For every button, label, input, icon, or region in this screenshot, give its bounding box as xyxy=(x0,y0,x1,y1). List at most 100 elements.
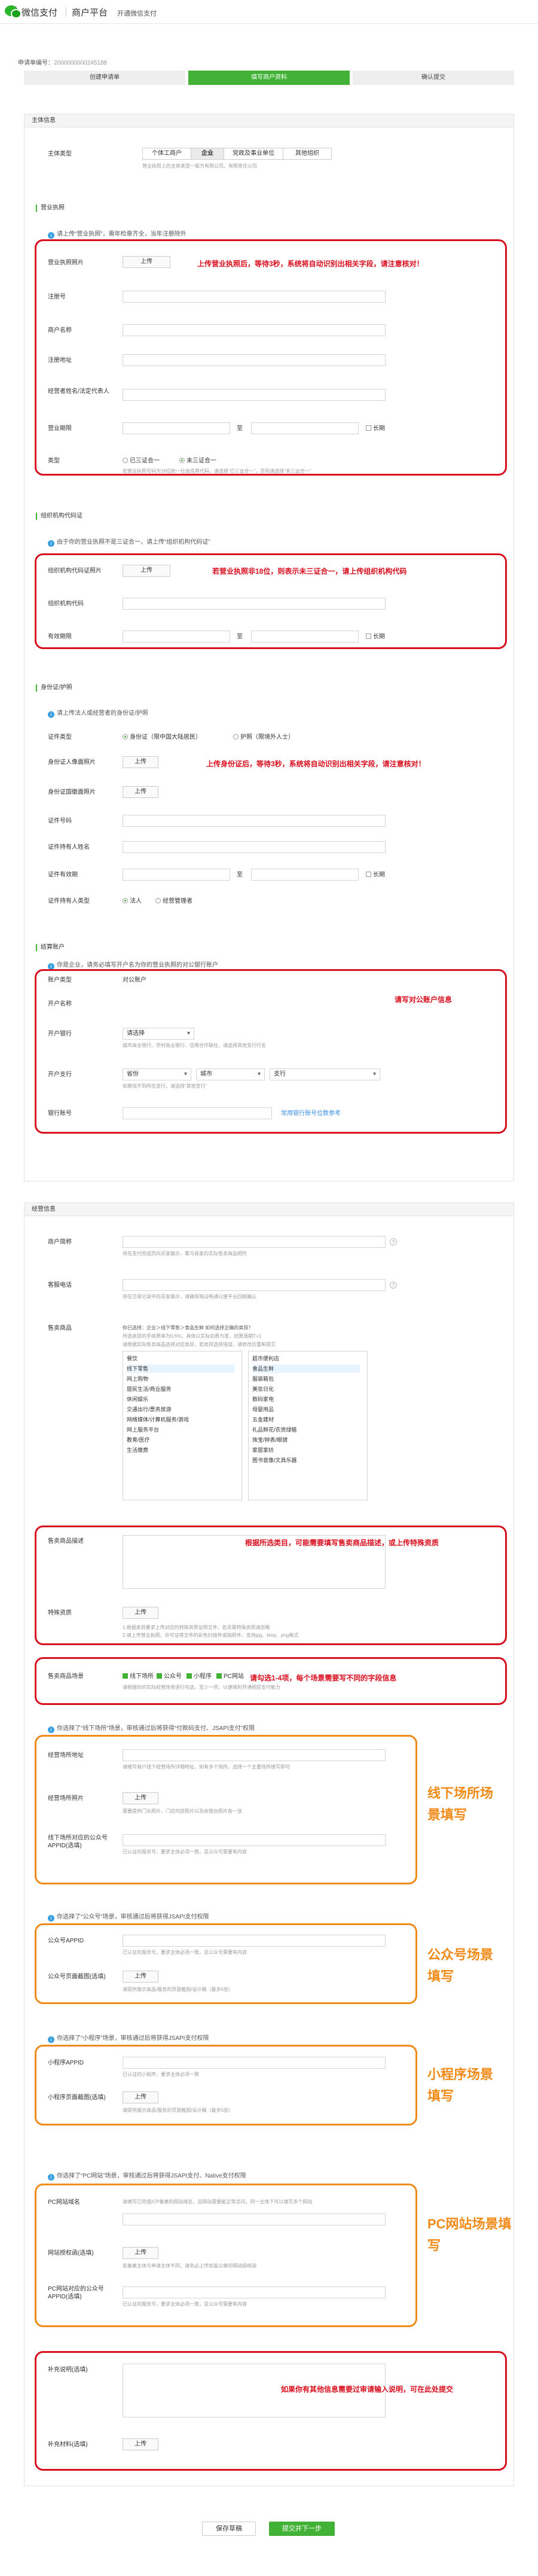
validity-label: 营业期限 xyxy=(48,425,72,432)
holder-type-manager[interactable]: 经营管理者 xyxy=(155,897,192,905)
kind-option-merged[interactable]: 已三证合一 xyxy=(123,457,160,465)
id-holder-input[interactable] xyxy=(123,841,386,853)
radio-icon xyxy=(155,898,161,903)
category-option[interactable]: 教育/医疗 xyxy=(127,1436,234,1444)
offline-appid-input[interactable] xyxy=(123,1834,386,1846)
merchant-name-input[interactable] xyxy=(123,324,386,336)
category-option[interactable]: 图书音像/文具乐器 xyxy=(252,1456,360,1464)
category-option[interactable]: 美妆日化 xyxy=(252,1385,360,1393)
id-number-label: 证件号码 xyxy=(48,818,72,824)
city-select[interactable]: 城市 xyxy=(196,1068,265,1080)
longterm-checkbox[interactable]: 长期 xyxy=(366,425,385,433)
category-option[interactable]: 网上服务平台 xyxy=(127,1426,234,1434)
mp-appid-input[interactable] xyxy=(123,1935,386,1947)
org-validity-start[interactable] xyxy=(123,631,230,643)
category-option[interactable]: 家居家纺 xyxy=(252,1446,360,1454)
pc-appid-input[interactable] xyxy=(123,2286,386,2298)
upload-license-button[interactable]: 上传 xyxy=(123,256,170,268)
legal-person-input[interactable] xyxy=(123,389,386,401)
id-validity-start[interactable] xyxy=(123,869,230,881)
pc-url-input[interactable] xyxy=(123,2213,386,2225)
category-option[interactable]: 服装箱包 xyxy=(252,1375,360,1383)
validity-end-input[interactable] xyxy=(251,422,359,434)
account-no-input[interactable] xyxy=(123,1107,272,1119)
bank-list-link[interactable]: 常用银行账号位数参考 xyxy=(281,1110,341,1118)
radio-icon xyxy=(123,734,128,739)
type-other[interactable]: 其他组织 xyxy=(283,148,332,160)
upload-mp-shot-button[interactable]: 上传 xyxy=(123,1971,158,1983)
category-option[interactable]: 网上购物 xyxy=(127,1375,234,1383)
reg-address-label: 注册地址 xyxy=(48,357,72,364)
id-holder-label: 证件持有人姓名 xyxy=(48,844,90,851)
submit-next-button[interactable]: 提交并下一步 xyxy=(269,2522,335,2536)
upload-pc-auth-button[interactable]: 上传 xyxy=(123,2247,158,2259)
branch-select[interactable]: 支行 xyxy=(270,1068,380,1080)
offline-addr-input[interactable] xyxy=(123,1749,386,1761)
id-number-input[interactable] xyxy=(123,815,386,827)
category-option[interactable]: 超市便利店 xyxy=(252,1354,360,1363)
help-icon[interactable]: ? xyxy=(390,1238,397,1246)
branch-label: 开户支行 xyxy=(48,1071,72,1078)
phone-input[interactable] xyxy=(123,1279,386,1291)
upload-org-button[interactable]: 上传 xyxy=(123,565,170,577)
type-individual[interactable]: 个体工商户 xyxy=(142,148,191,160)
upload-qual-button[interactable]: 上传 xyxy=(123,1607,158,1619)
upload-id-front-button[interactable]: 上传 xyxy=(123,756,158,768)
checkbox-icon xyxy=(123,1673,128,1679)
id-longterm-checkbox[interactable]: 长期 xyxy=(366,871,385,879)
category-option[interactable]: 居民生活/商业服务 xyxy=(127,1385,234,1393)
id-type-idcard[interactable]: 身份证（限中国大陆居民） xyxy=(123,733,201,741)
upload-extra-button[interactable]: 上传 xyxy=(123,2438,158,2450)
save-draft-button[interactable]: 保存草稿 xyxy=(202,2522,256,2536)
reg-address-input[interactable] xyxy=(123,354,386,366)
info-icon: i xyxy=(48,540,54,547)
validity-start-input[interactable] xyxy=(123,422,230,434)
help-icon[interactable]: ? xyxy=(390,1281,397,1289)
org-code-input[interactable] xyxy=(123,598,386,610)
bank-select[interactable]: 请选择 xyxy=(123,1028,194,1040)
license-tip: i 请上传“营业执照”，需年检章齐全，当年注册除外 xyxy=(48,229,187,239)
scene-offline-checkbox[interactable]: 线下场所 xyxy=(123,1673,154,1680)
category-option[interactable]: 餐饮 xyxy=(127,1354,234,1363)
holder-type-legal[interactable]: 法人 xyxy=(123,897,142,905)
category-option[interactable]: 珠宝/钟表/眼镜 xyxy=(252,1436,360,1444)
category-option[interactable]: 数码家电 xyxy=(252,1395,360,1403)
short-name-input[interactable] xyxy=(123,1236,386,1248)
category-option[interactable]: 线下零售 xyxy=(127,1365,234,1373)
radio-icon xyxy=(123,458,128,463)
scene-mp-checkbox[interactable]: 公众号 xyxy=(157,1673,182,1680)
id-type-label: 证件类型 xyxy=(48,734,72,741)
type-enterprise[interactable]: 企业 xyxy=(191,148,224,160)
kind-option-not-merged[interactable]: 未三证合一 xyxy=(179,457,216,465)
category-option[interactable]: 网络媒体/计算机服务/游戏 xyxy=(127,1415,234,1424)
id-type-passport[interactable]: 护照（限境外人士） xyxy=(233,733,294,741)
scene-pc-checkbox[interactable]: PC网站 xyxy=(216,1673,244,1680)
scene-mini-checkbox[interactable]: 小程序 xyxy=(187,1673,212,1680)
category-option[interactable]: 五金建材 xyxy=(252,1415,360,1424)
idcard-tip: i 请上传法人或经营者的身份证/护照 xyxy=(48,708,148,718)
idcard-section: 身份证/护照 xyxy=(36,684,72,692)
category-option[interactable]: 休闲娱乐 xyxy=(127,1395,234,1403)
category-option[interactable]: 食品生鲜 xyxy=(252,1365,360,1373)
category-option[interactable]: 礼品鲜花/农资绿植 xyxy=(252,1426,360,1434)
idcard-annotation: 上传身份证后，等待3秒，系统将自动识别出相关字段，请注意核对！ xyxy=(206,760,426,768)
province-select[interactable]: 省份 xyxy=(123,1068,191,1080)
org-section: 组织机构代码证 xyxy=(36,513,82,520)
upload-mini-shot-button[interactable]: 上传 xyxy=(123,2091,158,2103)
mini-appid-input[interactable] xyxy=(123,2057,386,2069)
type-gov[interactable]: 党政及事业单位 xyxy=(224,148,283,160)
category-option[interactable]: 生活缴费 xyxy=(127,1446,234,1454)
org-longterm-checkbox[interactable]: 长期 xyxy=(366,633,385,641)
category-option[interactable]: 交通出行/票务旅游 xyxy=(127,1405,234,1414)
mini-appid-hint: 已认证的小程序，要求主体必须一致 xyxy=(123,2072,199,2077)
category-option[interactable]: 母婴用品 xyxy=(252,1405,360,1414)
mini-side-note: 小程序场景填写 xyxy=(427,2067,494,2103)
offline-addr-label: 经营场所地址 xyxy=(48,1752,84,1759)
license-photo-label: 营业执照照片 xyxy=(48,260,84,266)
org-validity-end[interactable] xyxy=(251,631,359,643)
id-front-label: 身份证人像面照片 xyxy=(48,759,96,766)
id-validity-end[interactable] xyxy=(251,869,359,881)
upload-offline-photo-button[interactable]: 上传 xyxy=(123,1792,158,1804)
upload-id-back-button[interactable]: 上传 xyxy=(123,786,158,798)
reg-no-input[interactable] xyxy=(123,291,386,303)
